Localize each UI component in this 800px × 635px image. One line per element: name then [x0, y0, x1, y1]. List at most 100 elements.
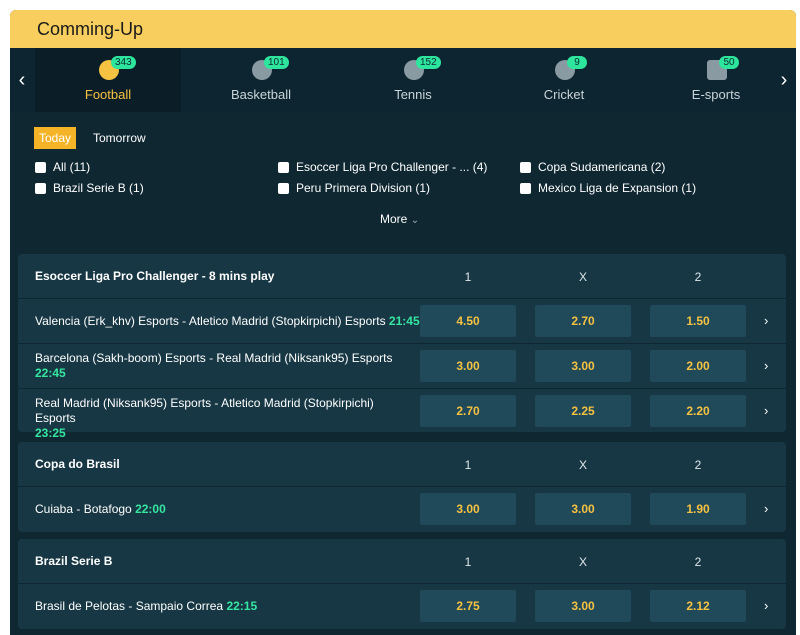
odd-draw-button[interactable]: 2.70 [535, 305, 631, 337]
tab-cricket[interactable]: 9 Cricket [491, 48, 637, 112]
column-home: 1 [464, 270, 472, 284]
match-time: 23:25 [35, 426, 66, 440]
column-away: 2 [694, 458, 702, 472]
tab-tennis[interactable]: 152 Tennis [340, 48, 486, 112]
chevron-right-icon[interactable]: › [764, 313, 768, 328]
odd-away-button[interactable]: 2.00 [650, 350, 746, 382]
odd-away-button[interactable]: 2.20 [650, 395, 746, 427]
tab-count-badge: 152 [416, 56, 441, 69]
coming-up-widget: Comming-Up ‹ 343 Football 101 Basketball… [10, 10, 796, 635]
checkbox-label: All (11) [53, 160, 91, 174]
odd-home-button[interactable]: 2.75 [420, 590, 516, 622]
odd-draw-button[interactable]: 3.00 [535, 493, 631, 525]
competition-card: Esoccer Liga Pro Challenger - 8 mins pla… [18, 254, 786, 440]
match-time: 21:45 [388, 314, 420, 328]
odd-away-button[interactable]: 1.50 [650, 305, 746, 337]
tab-label: Basketball [231, 87, 291, 102]
column-away: 2 [694, 270, 702, 284]
league-filter-peru-primera[interactable]: Peru Primera Division (1) [278, 181, 430, 195]
league-filter-esoccer[interactable]: Esoccer Liga Pro Challenger - ... (4) [278, 160, 487, 174]
competition-title: Brazil Serie B [35, 554, 113, 568]
odd-away-button[interactable]: 1.90 [650, 493, 746, 525]
tab-label: Cricket [543, 87, 585, 102]
checkbox-label: Esoccer Liga Pro Challenger - ... (4) [296, 160, 488, 174]
tab-label: Football [84, 87, 132, 102]
odd-home-button[interactable]: 2.70 [420, 395, 516, 427]
competition-title: Esoccer Liga Pro Challenger - 8 mins pla… [35, 269, 275, 283]
tomorrow-button[interactable]: Tomorrow [88, 127, 151, 149]
tab-esports[interactable]: 50 E-sports [643, 48, 789, 112]
odd-draw-button[interactable]: 3.00 [535, 590, 631, 622]
tab-label: E-sports [691, 87, 741, 102]
checkbox[interactable] [520, 182, 531, 194]
chevron-down-icon: ⌄ [410, 215, 420, 226]
match-teams: Brasil de Pelotas - Sampaio Correa [35, 599, 224, 613]
next-arrow-icon[interactable]: › [772, 48, 796, 112]
chevron-right-icon[interactable]: › [764, 358, 768, 373]
more-label: More [380, 212, 408, 226]
competition-title: Copa do Brasil [35, 457, 120, 471]
competition-card: Brazil Serie B 1 X 2 Brasil de Pelotas -… [18, 539, 786, 629]
column-home: 1 [464, 458, 472, 472]
checkbox[interactable] [35, 161, 46, 173]
checkbox[interactable] [278, 182, 289, 194]
odd-draw-button[interactable]: 3.00 [535, 350, 631, 382]
match-info: Real Madrid (Niksank95) Esports - Atleti… [35, 396, 405, 441]
match-time: 22:45 [35, 366, 66, 380]
match-info: Brasil de Pelotas - Sampaio Correa 22:15 [35, 599, 257, 614]
match-row[interactable]: Cuiaba - Botafogo 22:00 3.00 3.00 1.90 › [18, 486, 786, 531]
odd-away-button[interactable]: 2.12 [650, 590, 746, 622]
odd-home-button[interactable]: 4.50 [420, 305, 516, 337]
widget-title: Comming-Up [37, 19, 144, 39]
match-row[interactable]: Brasil de Pelotas - Sampaio Correa 22:15… [18, 583, 786, 628]
tab-count-badge: 343 [111, 56, 136, 69]
more-button[interactable]: More ⌄ [380, 212, 419, 226]
checkbox-label: Mexico Liga de Expansion (1) [538, 181, 697, 195]
competition-header: Copa do Brasil 1 X 2 [18, 442, 786, 486]
today-button[interactable]: Today [34, 127, 77, 149]
match-time: 22:15 [226, 599, 258, 613]
odd-draw-button[interactable]: 2.25 [535, 395, 631, 427]
sport-tabs: ‹ 343 Football 101 Basketball 152 Tennis… [10, 48, 796, 112]
match-row[interactable]: Real Madrid (Niksank95) Esports - Atleti… [18, 388, 786, 440]
league-filter-all[interactable]: All (11) [35, 160, 90, 174]
league-filter-copa-sudamericana[interactable]: Copa Sudamericana (2) [520, 160, 665, 174]
league-filter-brazil-serie-b[interactable]: Brazil Serie B (1) [35, 181, 144, 195]
competition-header: Brazil Serie B 1 X 2 [18, 539, 786, 583]
match-row[interactable]: Barcelona (Sakh-boom) Esports - Real Mad… [18, 343, 786, 388]
match-info: Barcelona (Sakh-boom) Esports - Real Mad… [35, 351, 395, 381]
checkbox[interactable] [520, 161, 531, 173]
checkbox[interactable] [35, 182, 46, 194]
match-teams: Barcelona (Sakh-boom) Esports - Real Mad… [35, 351, 393, 365]
checkbox-label: Peru Primera Division (1) [296, 181, 431, 195]
competition-card: Copa do Brasil 1 X 2 Cuiaba - Botafogo 2… [18, 442, 786, 532]
chevron-right-icon[interactable]: › [764, 501, 768, 516]
prev-arrow-icon[interactable]: ‹ [10, 48, 34, 112]
tab-basketball[interactable]: 101 Basketball [188, 48, 334, 112]
checkbox-label: Copa Sudamericana (2) [538, 160, 666, 174]
match-teams: Valencia (Erk_khv) Esports - Atletico Ma… [35, 314, 386, 328]
tab-label: Tennis [394, 87, 432, 102]
column-draw: X [578, 458, 587, 472]
tab-count-badge: 50 [719, 56, 739, 69]
odd-home-button[interactable]: 3.00 [420, 493, 516, 525]
match-row[interactable]: Valencia (Erk_khv) Esports - Atletico Ma… [18, 298, 786, 343]
match-info: Valencia (Erk_khv) Esports - Atletico Ma… [35, 314, 420, 329]
widget-header: Comming-Up [10, 10, 796, 48]
match-teams: Real Madrid (Niksank95) Esports - Atleti… [35, 396, 374, 425]
chevron-right-icon[interactable]: › [764, 403, 768, 418]
tab-count-badge: 101 [264, 56, 289, 69]
column-home: 1 [464, 555, 472, 569]
league-filter-mexico-expansion[interactable]: Mexico Liga de Expansion (1) [520, 181, 696, 195]
competition-header: Esoccer Liga Pro Challenger - 8 mins pla… [18, 254, 786, 298]
match-info: Cuiaba - Botafogo 22:00 [35, 502, 166, 517]
tab-football[interactable]: 343 Football [35, 48, 181, 112]
match-teams: Cuiaba - Botafogo [35, 502, 132, 516]
match-time: 22:00 [135, 502, 166, 516]
checkbox-label: Brazil Serie B (1) [53, 181, 144, 195]
tab-count-badge: 9 [567, 56, 587, 69]
odd-home-button[interactable]: 3.00 [420, 350, 516, 382]
checkbox[interactable] [278, 161, 289, 173]
chevron-right-icon[interactable]: › [764, 598, 768, 613]
column-draw: X [578, 555, 587, 569]
